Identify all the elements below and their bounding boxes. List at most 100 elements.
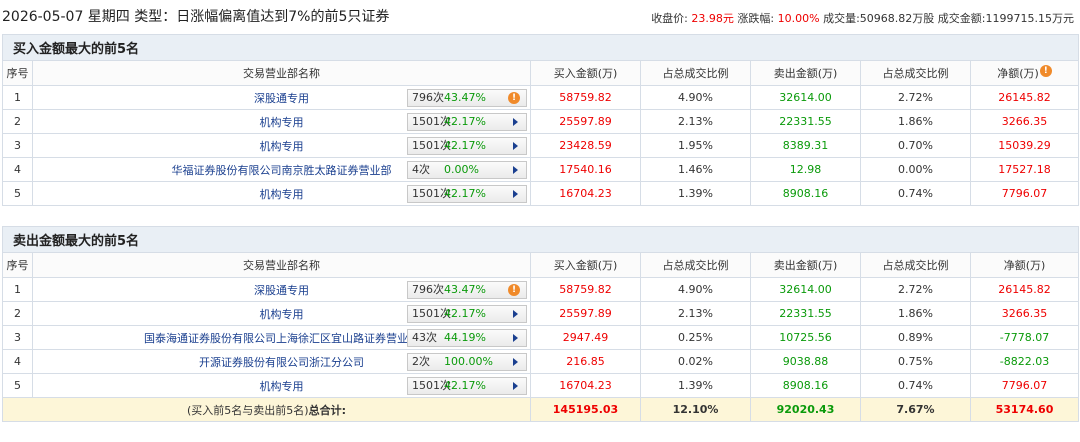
expand-arrow-icon[interactable] [513,190,518,198]
sell-ratio: 0.74% [860,181,971,206]
dept-name-link[interactable]: 开源证券股份有限公司浙江分公司 [199,356,364,369]
buy-ratio: 0.02% [640,349,751,374]
expand-arrow-icon[interactable] [513,310,518,318]
table-row: 2 机构专用 1501次 42.17% 25597.89 2.13% 22331.55 1.8… [2,301,1079,326]
win-rate: 44.19% [444,331,486,344]
dept-stats-badge[interactable]: 1501次 42.17% [407,113,527,131]
buy-amount: 16704.23 [530,373,641,398]
close-label: 收盘价: [651,12,688,25]
win-rate: 42.17% [444,307,486,320]
dept-name-link[interactable]: 机构专用 [260,116,304,129]
buy-amount: 23428.59 [530,133,641,158]
dept-name-link[interactable]: 机构专用 [260,380,304,393]
buy-section-title: 买入金额最大的前5名 [2,34,1079,61]
win-rate: 43.47% [444,283,486,296]
sell-ratio: 1.86% [860,301,971,326]
warning-icon[interactable]: ! [508,92,520,104]
expand-arrow-icon[interactable] [513,118,518,126]
col-net: 净额(万)! [970,60,1079,86]
sell-top5-table: 卖出金额最大的前5名 序号 交易营业部名称 买入金额(万) 占总成交比例 卖出金… [2,226,1079,422]
dept-cell: 国泰海通证券股份有限公司上海徐汇区宜山路证券营业部 43次 44.19% [32,325,531,350]
sell-amount: 32614.00 [750,85,861,110]
sell-ratio: 0.74% [860,373,971,398]
buy-ratio: 1.39% [640,373,751,398]
expand-arrow-icon[interactable] [513,358,518,366]
row-index: 5 [2,373,33,398]
table-row: 3 国泰海通证券股份有限公司上海徐汇区宜山路证券营业部 43次 44.19% 2947.… [2,325,1079,350]
table-row: 5 机构专用 1501次 42.17% 16704.23 1.39% 8908.16 0.74… [2,181,1079,206]
dept-cell: 机构专用 1501次 42.17% [32,133,531,158]
warning-icon[interactable]: ! [508,284,520,296]
row-index: 3 [2,325,33,350]
table-row: 3 机构专用 1501次 42.17% 23428.59 1.95% 8389.31 0.70… [2,133,1079,158]
expand-arrow-icon[interactable] [513,334,518,342]
table-row: 1 深股通专用 796次 43.47%! 58759.82 4.90% 32614.00 2.… [2,85,1079,110]
page-title: 2026-05-07 星期四 类型：日涨幅偏离值达到7%的前5只证券 [2,9,390,25]
buy-ratio: 1.95% [640,133,751,158]
buy-amount: 58759.82 [530,277,641,302]
row-index: 2 [2,301,33,326]
col-sell-amount: 卖出金额(万) [750,252,861,278]
expand-arrow-icon[interactable] [513,166,518,174]
dept-stats-badge[interactable]: 1501次 42.17% [407,185,527,203]
dept-name-link[interactable]: 深股通专用 [254,92,309,105]
expand-arrow-icon[interactable] [513,382,518,390]
dept-stats-badge[interactable]: 1501次 42.17% [407,305,527,323]
table-row: 1 深股通专用 796次 43.47%! 58759.82 4.90% 32614.00 2.… [2,277,1079,302]
table-row: 2 机构专用 1501次 42.17% 25597.89 2.13% 22331.55 1.8… [2,109,1079,134]
trade-count: 2次 [412,355,430,368]
dept-stats-badge[interactable]: 796次 43.47%! [407,89,527,107]
row-index: 5 [2,181,33,206]
change-label: 涨跌幅: [737,12,775,25]
sell-amount: 10725.56 [750,325,861,350]
buy-amount: 25597.89 [530,301,641,326]
dept-name-link[interactable]: 深股通专用 [254,284,309,297]
total-buy-ratio: 12.10% [640,397,751,422]
win-rate: 42.17% [444,115,486,128]
close-value: 23.98元 [691,12,734,25]
dept-name-link[interactable]: 华福证券股份有限公司南京胜太路证券营业部 [172,164,392,177]
col-buy-ratio: 占总成交比例 [640,60,751,86]
dept-name-link[interactable]: 机构专用 [260,188,304,201]
total-net: 53174.60 [970,397,1079,422]
sell-ratio: 0.75% [860,349,971,374]
expand-arrow-icon[interactable] [513,142,518,150]
buy-column-header: 序号 交易营业部名称 买入金额(万) 占总成交比例 卖出金额(万) 占总成交比例… [2,60,1079,86]
buy-section-header: 买入金额最大的前5名 [2,34,1079,61]
sell-amount: 32614.00 [750,277,861,302]
dept-stats-badge[interactable]: 4次 0.00% [407,161,527,179]
page-header: 2026-05-07 星期四 类型：日涨幅偏离值达到7%的前5只证券 收盘价: … [0,0,1080,34]
net-amount: 26145.82 [970,85,1079,110]
col-dept-name: 交易营业部名称 [32,60,531,86]
col-buy-amount: 买入金额(万) [530,60,641,86]
sell-amount: 22331.55 [750,109,861,134]
sell-ratio: 1.86% [860,109,971,134]
buy-amount: 16704.23 [530,181,641,206]
info-icon[interactable]: ! [1039,65,1052,77]
net-amount: 26145.82 [970,277,1079,302]
dept-stats-badge[interactable]: 1501次 42.17% [407,377,527,395]
dept-stats-badge[interactable]: 1501次 42.17% [407,137,527,155]
volume-value: 50968.82万股 [859,12,935,25]
dept-name-link[interactable]: 机构专用 [260,140,304,153]
amount-label: 成交金额: [937,12,986,25]
dept-name-link[interactable]: 机构专用 [260,308,304,321]
net-amount: 3266.35 [970,109,1079,134]
dept-cell: 深股通专用 796次 43.47%! [32,277,531,302]
row-index: 3 [2,133,33,158]
net-amount: 7796.07 [970,373,1079,398]
dept-stats-badge[interactable]: 2次 100.00% [407,353,527,371]
amount-value: 1199715.15万元 [985,12,1074,25]
row-index: 4 [2,157,33,182]
win-rate: 0.00% [444,163,479,176]
sell-ratio: 2.72% [860,85,971,110]
dept-cell: 机构专用 1501次 42.17% [32,181,531,206]
dept-stats-badge[interactable]: 796次 43.47%! [407,281,527,299]
col-index: 序号 [2,60,33,86]
buy-ratio: 1.46% [640,157,751,182]
dept-cell: 开源证券股份有限公司浙江分公司 2次 100.00% [32,349,531,374]
dept-stats-badge[interactable]: 43次 44.19% [407,329,527,347]
dept-name-link[interactable]: 国泰海通证券股份有限公司上海徐汇区宜山路证券营业部 [144,332,419,345]
col-dept-name: 交易营业部名称 [32,252,531,278]
buy-ratio: 0.25% [640,325,751,350]
